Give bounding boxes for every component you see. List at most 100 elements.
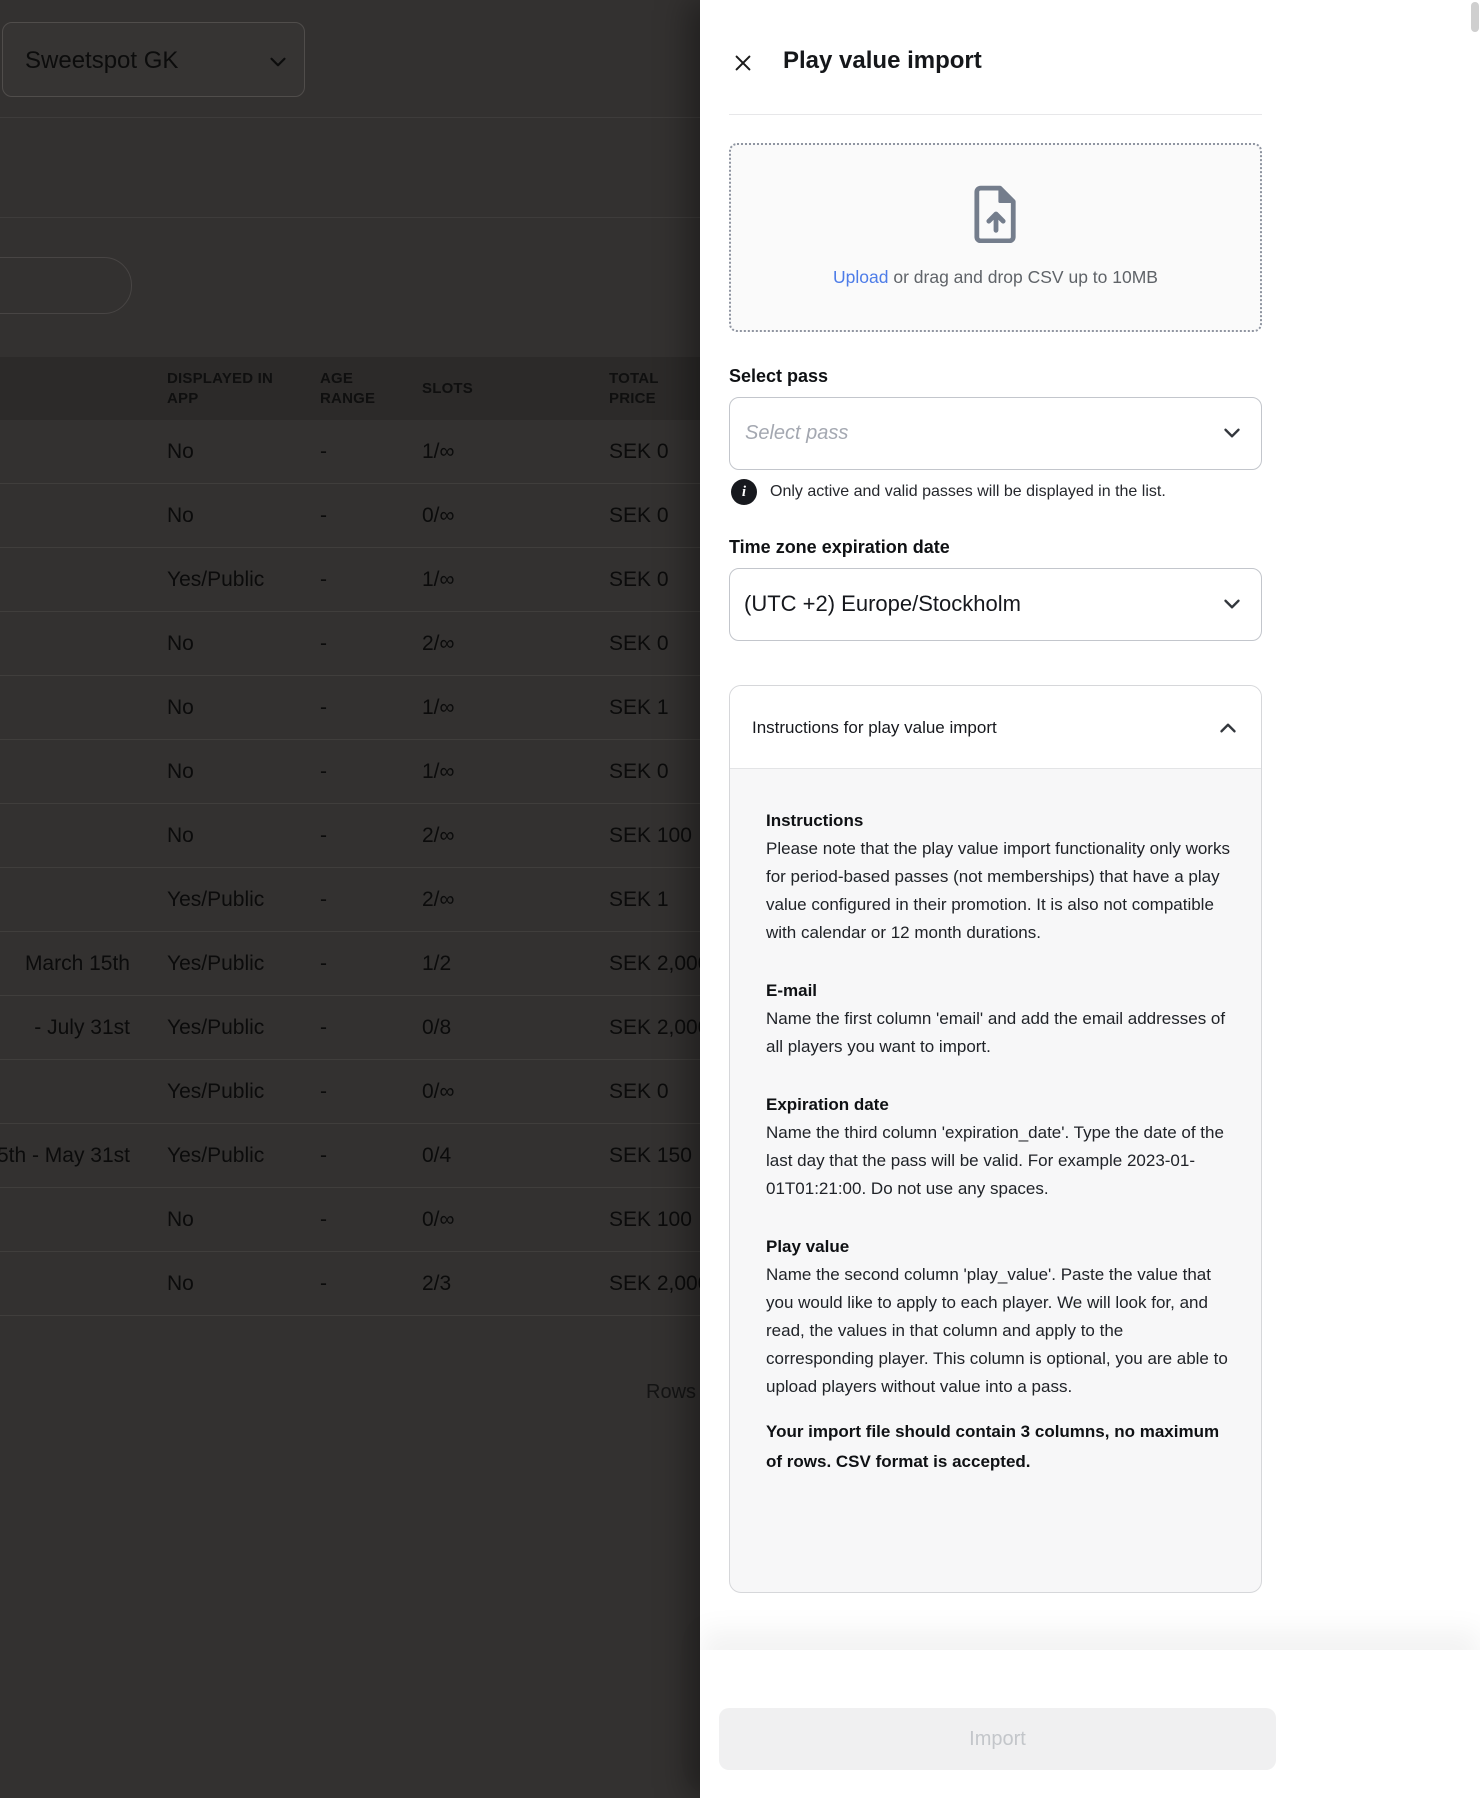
timezone-label: Time zone expiration date [729, 537, 950, 558]
cell-slots: 1/2 [422, 932, 512, 996]
cell-age: - [320, 932, 380, 996]
table-row: No-2/∞ SEK 0 [0, 612, 700, 676]
divider [0, 117, 700, 118]
cell-disp: No [167, 612, 317, 676]
column-header-slots: SLOTS [422, 357, 502, 420]
chevron-up-icon [1215, 715, 1241, 746]
divider [0, 217, 700, 218]
cell-age: - [320, 1124, 380, 1188]
cell-age: - [320, 804, 380, 868]
select-pass-hint-row: i Only active and valid passes will be d… [731, 479, 1166, 505]
table-row: Yes/Public-2/∞ SEK 1 [0, 868, 700, 932]
cell-name: March 15th [0, 932, 130, 996]
cell-age: - [320, 484, 380, 548]
cell-price: SEK 0 [609, 484, 700, 548]
table-row: - July 31stYes/Public-0/8SEK 2,000 [0, 996, 700, 1060]
instruction-section: Play value Name the second column 'play_v… [766, 1237, 1234, 1401]
table-header: DISPLAYED IN APP AGE RANGE SLOTS TOTAL P… [0, 357, 700, 420]
timezone-value: (UTC +2) Europe/Stockholm [744, 569, 1021, 639]
import-button[interactable]: Import [719, 1708, 1276, 1770]
cell-name [0, 1252, 130, 1316]
chevron-down-icon [265, 49, 291, 80]
cell-disp: No [167, 484, 317, 548]
cell-name [0, 612, 130, 676]
section-body: Name the second column 'play_value'. Pas… [766, 1261, 1234, 1401]
cell-name: 5th - May 31st [0, 1124, 130, 1188]
instruction-section: Expiration dateName the third column 'ex… [766, 1095, 1234, 1203]
section-body: Please note that the play value import f… [766, 835, 1234, 947]
select-pass-hint: Only active and valid passes will be dis… [770, 483, 1166, 501]
cell-price: SEK 100 [609, 804, 700, 868]
section-body: Name the third column 'expiration_date'.… [766, 1119, 1234, 1203]
chevron-down-icon [1219, 591, 1245, 622]
close-icon[interactable] [727, 47, 759, 79]
section-heading: Play value [766, 1237, 1234, 1257]
cell-slots: 2/∞ [422, 868, 512, 932]
accordion-body: InstructionsPlease note that the play va… [730, 769, 1261, 1477]
cell-age: - [320, 420, 380, 484]
select-pass-label: Select pass [729, 366, 828, 387]
table-row: No-0/∞SEK 100 [0, 1188, 700, 1252]
cell-name [0, 740, 130, 804]
table-row: No-1/∞SEK 0 [0, 740, 700, 804]
scrollbar[interactable] [1471, 2, 1479, 32]
cell-slots: 1/∞ [422, 420, 512, 484]
cell-slots: 0/∞ [422, 1060, 512, 1124]
play-value-import-drawer: Play value import Upload or drag and dro… [700, 0, 1480, 1798]
info-icon: i [731, 479, 757, 505]
cell-price: SEK 1 [609, 676, 700, 740]
cell-age: - [320, 740, 380, 804]
cell-name [0, 1188, 130, 1252]
cell-disp: No [167, 420, 317, 484]
file-upload-icon [973, 185, 1019, 248]
cell-slots: 2/∞ [422, 612, 512, 676]
cell-slots: 0/∞ [422, 1188, 512, 1252]
csv-dropzone[interactable]: Upload or drag and drop CSV up to 10MB [729, 143, 1262, 332]
cell-age: - [320, 676, 380, 740]
cell-name [0, 420, 130, 484]
cell-disp: No [167, 740, 317, 804]
cell-disp: No [167, 804, 317, 868]
upload-link[interactable]: Upload [833, 267, 888, 287]
table-row: No-1/∞SEK 1 [0, 676, 700, 740]
table-body: No-1/∞SEK 0No-0/∞SEK 0Yes/Public-1/∞SEK … [0, 420, 700, 1316]
instruction-section: InstructionsPlease note that the play va… [766, 811, 1234, 947]
cell-slots: 1/∞ [422, 676, 512, 740]
cell-name [0, 1060, 130, 1124]
cell-disp: Yes/Public [167, 868, 317, 932]
cell-disp: Yes/Public [167, 1124, 317, 1188]
select-pass-dropdown[interactable]: Select pass [729, 397, 1262, 470]
cell-disp: No [167, 1252, 317, 1316]
cell-name [0, 484, 130, 548]
toolbar-pill-button [0, 257, 132, 314]
background-scrim[interactable]: Sweetspot GK DISPLAYED IN APP AGE RANGE … [0, 0, 700, 1798]
section-body: Name the first column 'email' and add th… [766, 1005, 1234, 1061]
cell-name [0, 676, 130, 740]
section-heading: E-mail [766, 981, 1234, 1001]
column-header-displayed-in-app: DISPLAYED IN APP [167, 357, 287, 420]
club-selector: Sweetspot GK [2, 22, 305, 97]
cell-name: - July 31st [0, 996, 130, 1060]
cell-price: SEK 2,000 [609, 932, 700, 996]
cell-slots: 0/4 [422, 1124, 512, 1188]
accordion-title: Instructions for play value import [752, 686, 997, 769]
cell-disp: Yes/Public [167, 1060, 317, 1124]
cell-disp: Yes/Public [167, 996, 317, 1060]
page: Sweetspot GK DISPLAYED IN APP AGE RANGE … [0, 0, 1480, 1798]
table-row: No-2/3SEK 2,000 [0, 1252, 700, 1316]
table-row: No-1/∞SEK 0 [0, 420, 700, 484]
cell-age: - [320, 612, 380, 676]
cell-slots: 2/∞ [422, 804, 512, 868]
timezone-dropdown[interactable]: (UTC +2) Europe/Stockholm [729, 568, 1262, 641]
cell-disp: No [167, 1188, 317, 1252]
cell-disp: Yes/Public [167, 548, 317, 612]
table-row: No-2/∞ SEK 100 [0, 804, 700, 868]
cell-disp: Yes/Public [167, 932, 317, 996]
table-row: Yes/Public-0/∞SEK 0 [0, 1060, 700, 1124]
cell-price: SEK 1 [609, 868, 700, 932]
cell-price: SEK 0 [609, 612, 700, 676]
cell-age: - [320, 868, 380, 932]
cell-slots: 0/8 [422, 996, 512, 1060]
accordion-header[interactable]: Instructions for play value import [730, 686, 1261, 769]
cell-slots: 2/3 [422, 1252, 512, 1316]
